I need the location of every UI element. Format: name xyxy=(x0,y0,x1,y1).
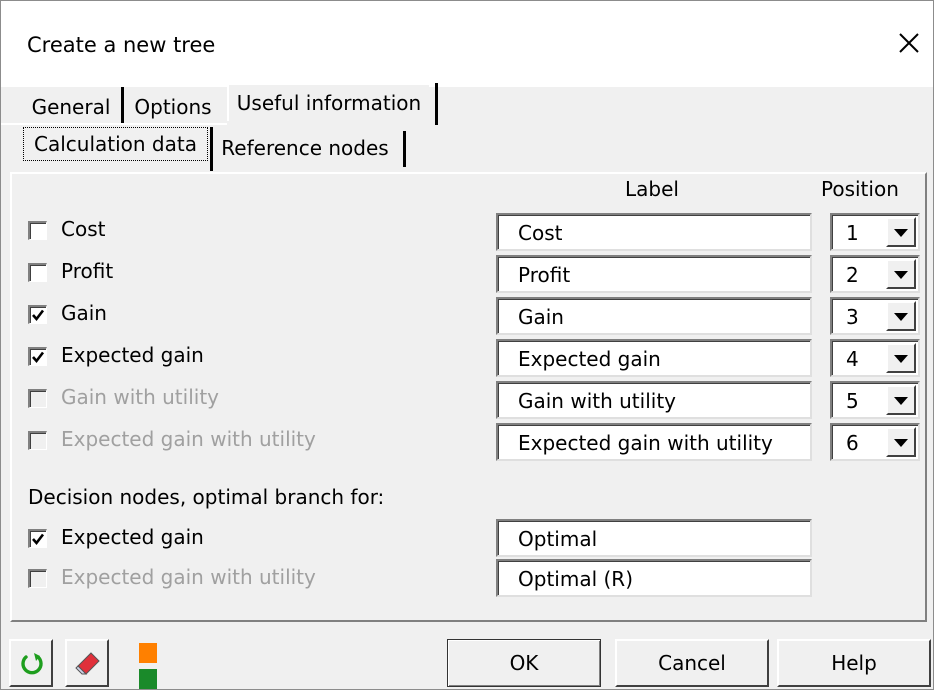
gain-position-value: 3 xyxy=(846,305,859,329)
tab-separator xyxy=(403,131,406,167)
gain-with-utility-checkbox-label: Gain with utility xyxy=(61,385,219,409)
expected-gain-checkbox[interactable] xyxy=(28,347,47,366)
erase-button[interactable] xyxy=(65,639,109,687)
tab-general[interactable]: General xyxy=(21,89,121,125)
cost-position-value: 1 xyxy=(846,221,859,245)
dropdown-arrow-icon[interactable] xyxy=(886,343,916,373)
expected-gain-position-value: 4 xyxy=(846,347,859,371)
color-swatch-icon[interactable] xyxy=(139,643,157,689)
dropdown-arrow-icon[interactable] xyxy=(886,259,916,289)
eraser-icon xyxy=(75,652,100,675)
checkmark-icon xyxy=(32,533,45,546)
tab-options[interactable]: Options xyxy=(127,89,219,125)
close-icon[interactable] xyxy=(897,31,921,55)
expected-gain-label-field[interactable]: Expected gain xyxy=(496,339,812,377)
profit-checkbox-label: Profit xyxy=(61,259,114,283)
gain-checkbox[interactable] xyxy=(28,305,47,324)
profit-checkbox[interactable] xyxy=(28,263,47,282)
optimal-expected-gain-with-utility-checkbox[interactable] xyxy=(28,569,47,588)
tab-reference-nodes-label: Reference nodes xyxy=(221,136,389,160)
tab-calculation-data-label: Calculation data xyxy=(34,132,197,156)
decision-nodes-heading: Decision nodes, optimal branch for: xyxy=(28,485,385,509)
optimal-label-field[interactable]: Optimal xyxy=(496,519,812,557)
expected-gain-with-utility-position-value: 6 xyxy=(846,431,859,455)
window-title: Create a new tree xyxy=(27,33,216,57)
checkmark-icon xyxy=(32,351,45,364)
tab-calculation-data[interactable]: Calculation data xyxy=(23,127,208,161)
cost-label-field[interactable]: Cost xyxy=(496,213,812,251)
swatch-orange xyxy=(139,643,157,663)
gain-with-utility-label-field[interactable]: Gain with utility xyxy=(496,381,812,419)
dropdown-arrow-icon[interactable] xyxy=(886,301,916,331)
profit-label-field[interactable]: Profit xyxy=(496,255,812,293)
tab-strip-line xyxy=(1,123,227,125)
optimal-expected-gain-checkbox[interactable] xyxy=(28,529,47,548)
cost-position-select[interactable]: 1 xyxy=(830,213,920,251)
optimal-expected-gain-checkbox-label: Expected gain xyxy=(61,525,204,549)
tab-useful-information-label: Useful information xyxy=(236,91,422,115)
expected-gain-checkbox-label: Expected gain xyxy=(61,343,204,367)
dropdown-arrow-icon[interactable] xyxy=(886,427,916,457)
cancel-button[interactable]: Cancel xyxy=(615,639,769,687)
dialog-window: Create a new tree General Options Useful… xyxy=(0,0,934,690)
tab-separator xyxy=(210,127,213,171)
checkmark-icon xyxy=(32,309,45,322)
position-column-header: Position xyxy=(821,177,899,201)
dropdown-arrow-icon[interactable] xyxy=(886,217,916,247)
tab-separator xyxy=(121,87,124,123)
tab-separator xyxy=(435,83,438,125)
optimal-r-label-field[interactable]: Optimal (R) xyxy=(496,559,812,597)
gain-with-utility-position-select[interactable]: 5 xyxy=(830,381,920,419)
expected-gain-with-utility-checkbox-label: Expected gain with utility xyxy=(61,427,316,451)
cost-checkbox[interactable] xyxy=(28,221,47,240)
gain-checkbox-label: Gain xyxy=(61,301,107,325)
dropdown-arrow-icon[interactable] xyxy=(886,385,916,415)
profit-position-select[interactable]: 2 xyxy=(830,255,920,293)
optimal-expected-gain-with-utility-checkbox-label: Expected gain with utility xyxy=(61,565,316,589)
expected-gain-position-select[interactable]: 4 xyxy=(830,339,920,377)
help-button[interactable]: Help xyxy=(777,639,931,687)
ok-button[interactable]: OK xyxy=(447,639,601,687)
tab-options-label: Options xyxy=(134,95,212,119)
expected-gain-with-utility-label-field[interactable]: Expected gain with utility xyxy=(496,423,812,461)
swatch-green xyxy=(139,669,157,689)
title-bar: Create a new tree xyxy=(1,1,933,87)
profit-position-value: 2 xyxy=(846,263,859,287)
gain-with-utility-position-value: 5 xyxy=(846,389,859,413)
gain-with-utility-checkbox[interactable] xyxy=(28,389,47,408)
expected-gain-with-utility-checkbox[interactable] xyxy=(28,431,47,450)
expected-gain-with-utility-position-select[interactable]: 6 xyxy=(830,423,920,461)
label-column-header: Label xyxy=(625,177,679,201)
tab-general-label: General xyxy=(31,95,111,119)
refresh-button[interactable] xyxy=(9,639,53,687)
tab-useful-information[interactable]: Useful information xyxy=(227,83,429,121)
gain-label-field[interactable]: Gain xyxy=(496,297,812,335)
gain-position-select[interactable]: 3 xyxy=(830,297,920,335)
cost-checkbox-label: Cost xyxy=(61,217,106,241)
tab-reference-nodes[interactable]: Reference nodes xyxy=(215,131,395,165)
refresh-icon xyxy=(21,653,43,675)
